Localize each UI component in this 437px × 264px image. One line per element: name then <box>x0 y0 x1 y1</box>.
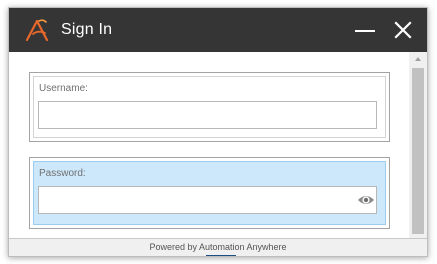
password-group: Password: <box>29 157 390 229</box>
form-area: Username: Password: <box>9 52 409 238</box>
username-label: Username: <box>39 83 88 94</box>
password-input[interactable] <box>38 186 377 214</box>
footer: Powered by Automation Anywhere <box>9 238 427 256</box>
password-panel: Password: <box>33 161 386 225</box>
powered-by-text: Powered by Automation Anywhere <box>149 242 287 252</box>
automation-anywhere-logo <box>25 19 49 42</box>
sign-in-window: Sign In Username: Password: Powered by A… <box>8 7 428 257</box>
close-icon[interactable] <box>393 20 413 40</box>
password-label: Password: <box>39 168 86 179</box>
scroll-thumb[interactable] <box>412 68 424 234</box>
vertical-scrollbar[interactable] <box>409 52 427 238</box>
chevron-up-icon[interactable] <box>409 52 427 66</box>
title-bar[interactable]: Sign In <box>9 8 427 52</box>
minimize-icon[interactable] <box>355 20 377 40</box>
username-input[interactable] <box>38 101 377 129</box>
eye-icon[interactable] <box>357 192 375 208</box>
window-title: Sign In <box>61 21 113 38</box>
username-group: Username: <box>29 72 390 142</box>
footer-accent-line <box>206 255 236 256</box>
username-panel: Username: <box>33 76 386 138</box>
